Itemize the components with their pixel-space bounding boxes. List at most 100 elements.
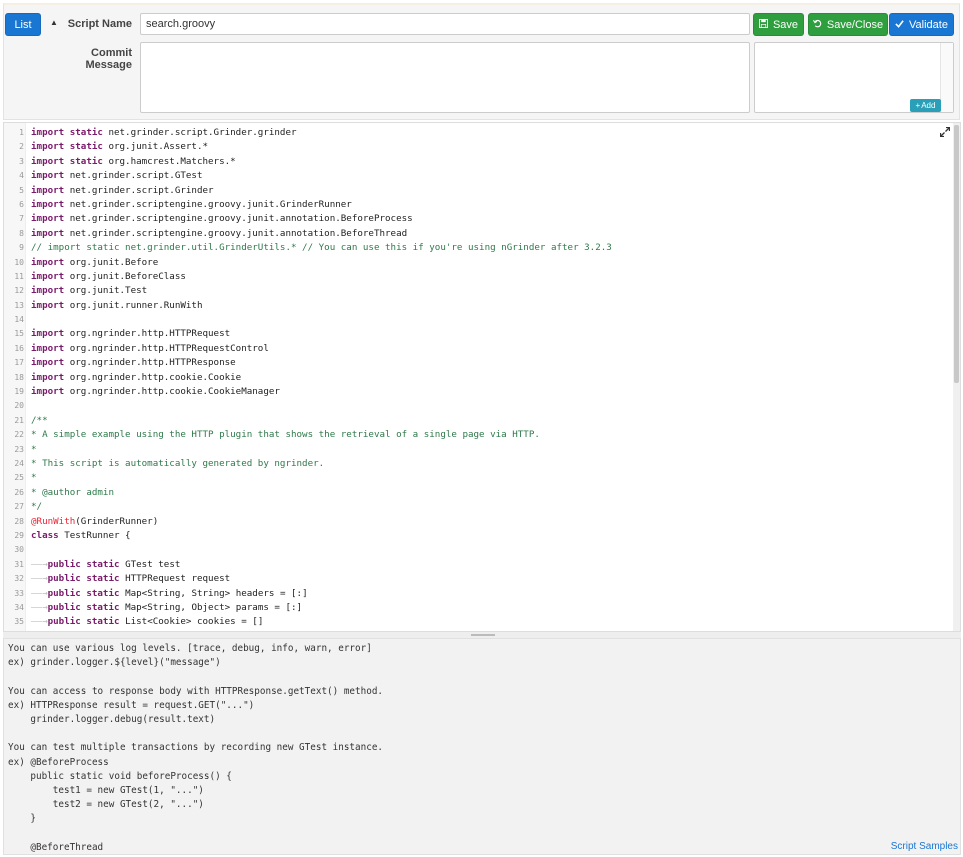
code-line[interactable]: 3 import static org.hamcrest.Matchers.*	[4, 155, 954, 169]
check-icon	[895, 19, 904, 31]
line-number: 32	[14, 574, 24, 584]
line-number: 26	[14, 487, 24, 497]
line-number: 11	[14, 271, 24, 281]
line-number: 1	[19, 128, 24, 137]
code-line[interactable]: 14	[4, 313, 954, 327]
line-number: 2	[19, 142, 24, 152]
code-line[interactable]: 8 import net.grinder.scriptengine.groovy.…	[4, 227, 954, 241]
line-number: 30	[14, 545, 24, 555]
line-number: 34	[14, 602, 24, 612]
script-name-label: Script Name	[67, 18, 132, 30]
validate-label: Validate	[909, 18, 948, 31]
code-text: import net.grinder.script.GTest	[31, 170, 203, 182]
line-number: 7	[19, 214, 24, 224]
code-line[interactable]: 7 import net.grinder.scriptengine.groovy.…	[4, 212, 954, 226]
code-line[interactable]: 34 ——→public static Map<String, Object> p…	[4, 601, 954, 615]
save-label: Save	[772, 18, 799, 31]
code-line[interactable]: 18 import org.ngrinder.http.cookie.Cookie	[4, 371, 954, 385]
code-line[interactable]: 22 * A simple example using the HTTP plug…	[4, 428, 954, 442]
code-line[interactable]: 9 // import static net.grinder.util.Grind…	[4, 241, 954, 255]
editor-scrollbar[interactable]	[953, 123, 960, 631]
target-hosts-scrollbar[interactable]	[940, 43, 953, 112]
line-number: 12	[14, 286, 24, 296]
code-text: import org.ngrinder.http.HTTPResponse	[31, 357, 236, 369]
line-number: 6	[19, 199, 24, 209]
code-line[interactable]: 19 import org.ngrinder.http.cookie.Cookie…	[4, 385, 954, 399]
list-button-label: List	[14, 18, 32, 31]
line-number: 31	[14, 559, 24, 569]
code-line[interactable]: 28 @RunWith(GrinderRunner)	[4, 515, 954, 529]
code-line[interactable]: 16 import org.ngrinder.http.HTTPRequestCo…	[4, 342, 954, 356]
code-line[interactable]: 2 import static org.junit.Assert.*	[4, 140, 954, 154]
script-name-input[interactable]: search.groovy	[140, 13, 750, 35]
save-button[interactable]: Save	[753, 13, 804, 36]
code-line[interactable]: 21 /**	[4, 414, 954, 428]
line-number: 25	[14, 473, 24, 483]
drag-handle-icon[interactable]	[471, 634, 495, 636]
code-line[interactable]: 35 ——→public static List<Cookie> cookies …	[4, 615, 954, 629]
fullscreen-expand-icon[interactable]	[939, 126, 951, 140]
code-text: // import static net.grinder.util.Grinde…	[31, 242, 612, 254]
code-text: *	[31, 443, 37, 455]
code-text: import org.ngrinder.http.cookie.CookieMa…	[31, 386, 280, 398]
commit-message-input[interactable]	[140, 42, 750, 113]
code-line[interactable]: 12 import org.junit.Test	[4, 284, 954, 298]
code-text: */	[31, 501, 43, 513]
code-text: /**	[31, 414, 48, 426]
code-line[interactable]: 26 * @author admin	[4, 486, 954, 500]
line-number: 8	[19, 228, 24, 238]
code-line[interactable]: 11 import org.junit.BeforeClass	[4, 270, 954, 284]
code-text: import static net.grinder.script.Grinder…	[31, 127, 297, 138]
code-line[interactable]: 10 import org.junit.Before	[4, 256, 954, 270]
code-text: import org.junit.BeforeClass	[31, 270, 186, 282]
code-line[interactable]: 1 import static net.grinder.script.Grinde…	[4, 126, 954, 140]
editor-scrollbar-thumb[interactable]	[954, 125, 959, 383]
code-line[interactable]: 27 */	[4, 500, 954, 514]
code-text: import org.junit.Before	[31, 256, 159, 268]
validate-button[interactable]: Validate	[889, 13, 954, 36]
code-text: @RunWith(GrinderRunner)	[31, 515, 159, 527]
line-number: 24	[14, 458, 24, 468]
code-line[interactable]: 24 * This script is automatically generat…	[4, 457, 954, 471]
code-text: class TestRunner {	[31, 529, 131, 541]
line-number: 3	[19, 156, 24, 166]
save-close-button[interactable]: Save/Close	[808, 13, 888, 36]
plus-icon: +	[915, 101, 921, 110]
line-number: 28	[14, 516, 24, 526]
code-text: ——→public static HTTPRequest request	[31, 573, 231, 585]
caret-up-icon[interactable]: ▲	[50, 18, 58, 27]
code-text: *	[31, 472, 37, 484]
code-line[interactable]: 4 import net.grinder.script.GTest	[4, 169, 954, 183]
line-number: 33	[14, 588, 24, 598]
code-line[interactable]: 20	[4, 399, 954, 413]
line-number: 21	[14, 415, 24, 425]
script-samples-link[interactable]: Script Samples	[891, 841, 958, 852]
list-button[interactable]: List	[5, 13, 41, 36]
code-line[interactable]: 29 class TestRunner {	[4, 529, 954, 543]
code-line[interactable]: 25 *	[4, 471, 954, 485]
add-button[interactable]: + Add	[910, 99, 941, 112]
code-line[interactable]: 31 ——→public static GTest test	[4, 558, 954, 572]
code-line[interactable]: 23 *	[4, 443, 954, 457]
code-line[interactable]: 17 import org.ngrinder.http.HTTPResponse	[4, 356, 954, 370]
add-label: Add	[921, 101, 936, 110]
line-number: 10	[14, 257, 24, 267]
code-line[interactable]: 15 import org.ngrinder.http.HTTPRequest	[4, 327, 954, 341]
code-editor[interactable]: 1 import static net.grinder.script.Grinde…	[3, 122, 961, 632]
code-line[interactable]: 33 ——→public static Map<String, String> h…	[4, 587, 954, 601]
code-text: import org.ngrinder.http.HTTPRequestCont…	[31, 342, 269, 354]
code-line[interactable]: 30	[4, 543, 954, 557]
code-line[interactable]: 5 import net.grinder.script.Grinder	[4, 184, 954, 198]
code-line[interactable]: 13 import org.junit.runner.RunWith	[4, 299, 954, 313]
line-number: 14	[14, 315, 24, 325]
code-text: * @author admin	[31, 486, 114, 498]
line-number: 13	[14, 300, 24, 310]
line-number: 20	[14, 401, 24, 411]
code-text: import net.grinder.scriptengine.groovy.j…	[31, 198, 352, 210]
help-text: You can use various log levels. [trace, …	[8, 643, 384, 853]
code-text: import net.grinder.scriptengine.groovy.j…	[31, 213, 413, 225]
help-panel: You can use various log levels. [trace, …	[3, 638, 961, 855]
floppy-disk-icon	[758, 18, 768, 31]
code-line[interactable]: 32 ——→public static HTTPRequest request	[4, 572, 954, 586]
code-line[interactable]: 6 import net.grinder.scriptengine.groovy.…	[4, 198, 954, 212]
